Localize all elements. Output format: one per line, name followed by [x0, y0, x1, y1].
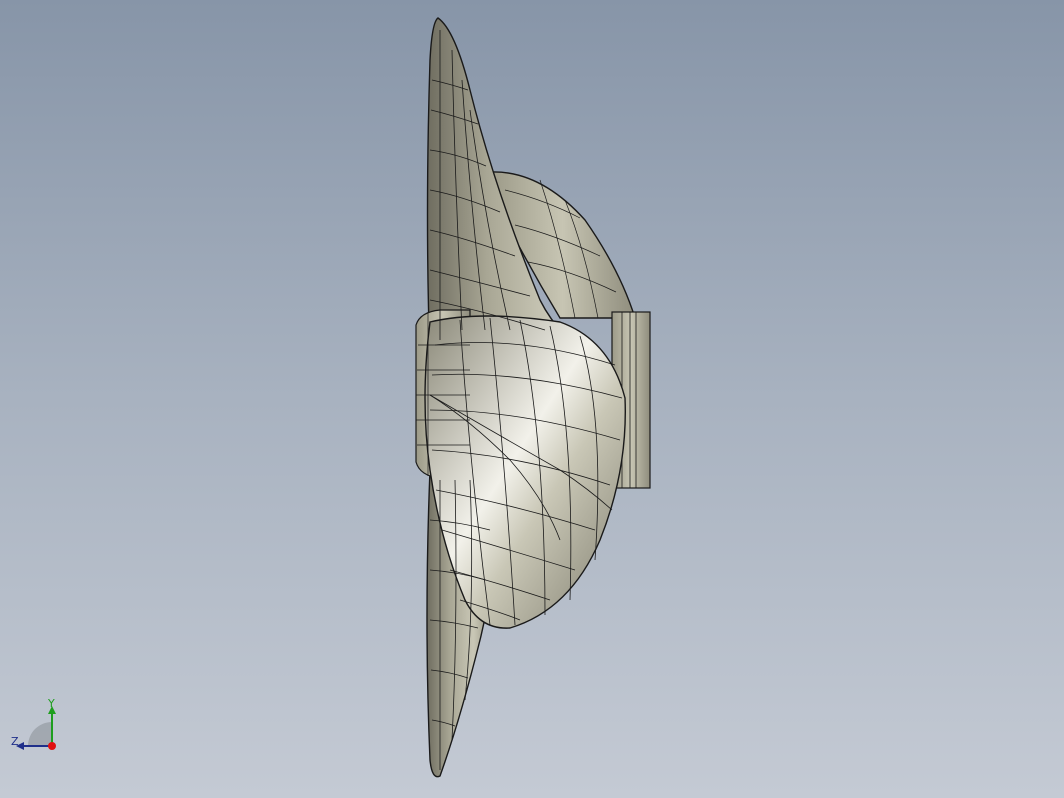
graphics-viewport[interactable]: Y Z — [0, 0, 1064, 798]
axis-triad-icon — [16, 706, 56, 750]
propeller-model[interactable] — [0, 0, 1064, 798]
view-orientation-triad: Y Z — [8, 698, 68, 758]
axis-z-label: Z — [11, 735, 19, 748]
axis-y-label: Y — [48, 697, 55, 710]
